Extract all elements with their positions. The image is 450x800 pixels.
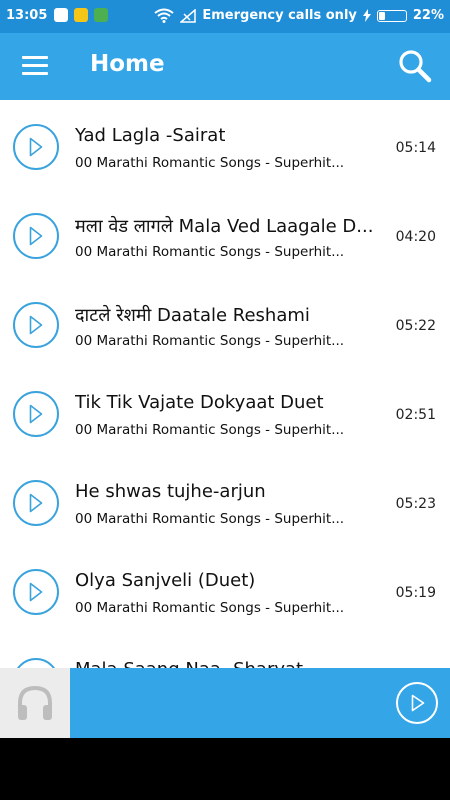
page-title: Home xyxy=(90,51,165,77)
play-icon xyxy=(411,694,425,712)
play-icon xyxy=(29,226,43,246)
song-row[interactable]: Yad Lagla -Sairat 00 Marathi Romantic Son… xyxy=(0,100,450,189)
song-title: He shwas tujhe-arjun xyxy=(75,481,266,502)
song-play-button[interactable] xyxy=(13,480,59,526)
player-play-button[interactable] xyxy=(396,682,438,724)
play-icon xyxy=(29,315,43,335)
battery-percent: 22% xyxy=(412,8,444,23)
play-icon xyxy=(29,137,43,157)
song-play-button[interactable] xyxy=(13,569,59,615)
song-row[interactable]: मला वेड लागले Mala Ved Laagale D... 00 Ma… xyxy=(0,189,450,278)
status-time: 13:05 xyxy=(6,8,48,23)
song-row[interactable]: Olya Sanjveli (Duet) 00 Marathi Romantic … xyxy=(0,545,450,634)
song-album: 00 Marathi Romantic Songs - Superhit... xyxy=(75,244,345,260)
play-icon xyxy=(29,493,43,513)
signal-off-icon xyxy=(180,8,197,23)
song-duration: 02:51 xyxy=(395,407,436,423)
mini-player xyxy=(0,668,450,738)
battery-icon xyxy=(376,9,407,22)
song-row[interactable]: Tik Tik Vajate Dokyaat Duet 00 Marathi Ro… xyxy=(0,367,450,456)
battery-fill xyxy=(378,11,385,20)
song-title: Yad Lagla -Sairat xyxy=(75,125,226,146)
album-art[interactable] xyxy=(0,668,70,738)
play-icon xyxy=(29,404,43,424)
headphones-icon xyxy=(18,685,52,720)
song-row[interactable]: दाटले रेशमी Daatale Reshami 00 Marathi Ro… xyxy=(0,278,450,367)
app-bar: Home xyxy=(0,33,450,100)
song-play-button[interactable] xyxy=(13,658,59,668)
song-title: Olya Sanjveli (Duet) xyxy=(75,570,256,591)
song-duration: 05:14 xyxy=(395,140,436,156)
song-row[interactable]: He shwas tujhe-arjun 00 Marathi Romantic … xyxy=(0,456,450,545)
song-list[interactable]: Yad Lagla -Sairat 00 Marathi Romantic Son… xyxy=(0,100,450,668)
song-play-button[interactable] xyxy=(13,391,59,437)
hamburger-menu-icon[interactable] xyxy=(22,56,48,76)
song-album: 00 Marathi Romantic Songs - Superhit... xyxy=(75,600,345,616)
song-duration: 04:20 xyxy=(395,229,436,245)
song-title: मला वेड लागले Mala Ved Laagale D... xyxy=(75,216,374,237)
navigation-bar xyxy=(0,738,450,800)
song-play-button[interactable] xyxy=(13,302,59,348)
song-title: Tik Tik Vajate Dokyaat Duet xyxy=(75,392,324,413)
play-icon xyxy=(29,582,43,602)
song-play-button[interactable] xyxy=(13,124,59,170)
song-duration: 05:19 xyxy=(395,585,436,601)
wifi-icon xyxy=(154,8,174,23)
song-title: दाटले रेशमी Daatale Reshami xyxy=(75,305,310,326)
carrier-text: Emergency calls only xyxy=(202,8,357,23)
song-album: 00 Marathi Romantic Songs - Superhit... xyxy=(75,422,345,438)
song-album: 00 Marathi Romantic Songs - Superhit... xyxy=(75,333,345,349)
charging-bolt-icon xyxy=(362,9,371,22)
notification-icon-3 xyxy=(94,8,108,22)
search-icon[interactable] xyxy=(398,49,432,83)
song-play-button[interactable] xyxy=(13,213,59,259)
song-album: 00 Marathi Romantic Songs - Superhit... xyxy=(75,511,345,527)
song-album: 00 Marathi Romantic Songs - Superhit... xyxy=(75,155,345,171)
notification-icon-1 xyxy=(54,8,68,22)
song-duration: 05:22 xyxy=(395,318,436,334)
status-bar: 13:05 Emergency calls only 22% xyxy=(0,0,450,33)
song-duration: 05:23 xyxy=(395,496,436,512)
notification-icon-2 xyxy=(74,8,88,22)
song-row[interactable]: Mala Saang Naa- Sharyat xyxy=(0,634,450,668)
song-title: Mala Saang Naa- Sharyat xyxy=(75,659,390,668)
